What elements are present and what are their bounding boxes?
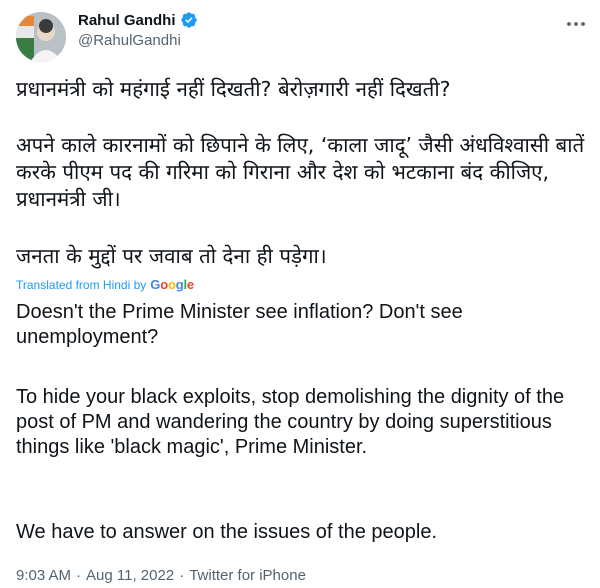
translated-label: Translated from Hindi by <box>16 277 147 292</box>
tweet-time[interactable]: 9:03 AM <box>16 567 71 584</box>
tweet-date[interactable]: Aug 11, 2022 <box>86 567 174 584</box>
meta-separator: · <box>76 567 82 584</box>
tweet-source[interactable]: Twitter for iPhone <box>189 567 306 584</box>
author-handle[interactable]: @RahulGandhi <box>78 32 181 49</box>
tweet-english-paragraph: We have to answer on the issues of the p… <box>16 521 438 543</box>
author-name[interactable]: Rahul Gandhi <box>78 12 176 29</box>
avatar[interactable] <box>16 12 66 62</box>
tweet-meta: 9:03 AM · Aug 11, 2022 · Twitter for iPh… <box>16 567 306 584</box>
author-name-row[interactable]: Rahul Gandhi <box>78 11 198 29</box>
tweet-hindi-paragraph: प्रधानमंत्री को महंगाई नहीं दिखती? बेरोज… <box>16 77 451 101</box>
tweet-hindi-paragraph: जनता के मुद्दों पर जवाब तो देना ही पड़ेग… <box>16 244 327 268</box>
tweet-english-paragraph: Doesn't the Prime Minister see inflation… <box>16 301 463 348</box>
google-logo: Google <box>150 277 194 292</box>
translation-attribution[interactable]: Translated from Hindi by Google <box>16 277 194 292</box>
verified-badge-icon <box>180 11 198 29</box>
more-options-icon[interactable] <box>564 12 588 36</box>
tweet-english-paragraph: To hide your black exploits, stop demoli… <box>16 386 565 458</box>
avatar-image <box>16 12 66 62</box>
meta-separator: · <box>179 567 185 584</box>
tweet-hindi-paragraph: अपने काले कारनामों को छिपाने के लिए, ‘का… <box>16 133 585 211</box>
